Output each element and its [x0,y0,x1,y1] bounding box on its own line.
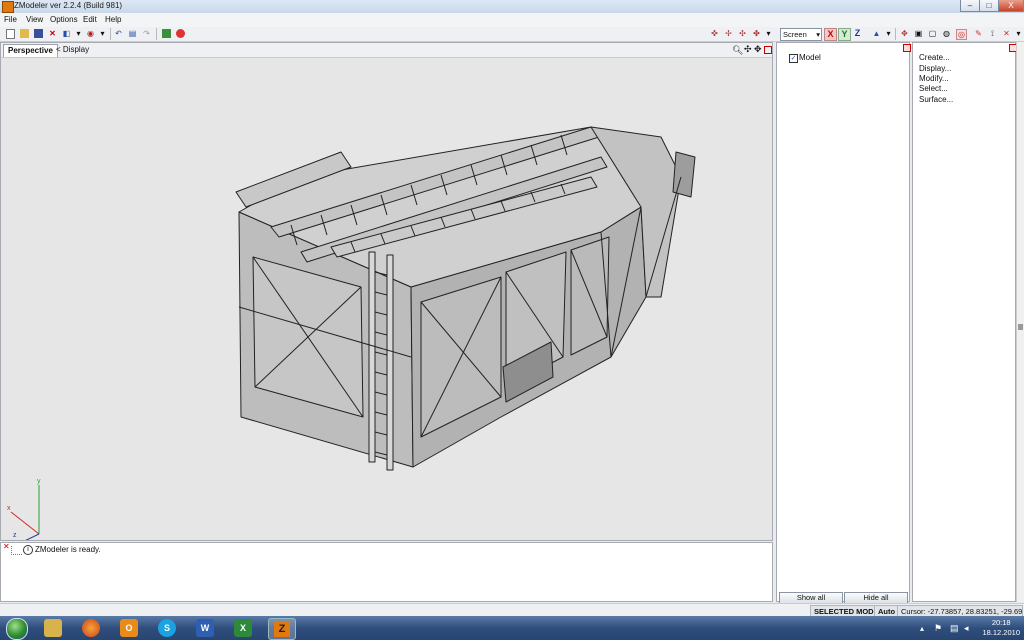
taskbar-skype-icon[interactable]: S [158,619,176,637]
open-folder-icon[interactable] [20,29,29,38]
orbit-icon[interactable]: ✣ [744,44,752,55]
menu-bar: File View Options Edit Help [0,13,1024,28]
save-icon[interactable] [34,29,43,38]
taskbar-explorer-icon[interactable] [44,619,62,637]
tray-flag-icon[interactable]: ⚑ [934,623,942,634]
3d-viewport[interactable]: Perspective < Display 🔍︎ ✣ ✥ y x z [0,42,773,541]
menu-view[interactable]: View [26,15,43,24]
command-select[interactable]: Select... [919,84,948,93]
display-toggle[interactable]: < Display [56,45,89,54]
link-icon[interactable]: ⟟ [988,29,997,38]
export-icon[interactable]: ◉ [86,29,95,38]
select-vertex-icon[interactable]: ✜ [710,29,719,38]
pan-icon[interactable]: ✥ [754,44,762,55]
info-icon: i [23,545,33,555]
coordinate-mode-value: Screen [783,30,807,39]
command-modify[interactable]: Modify... [919,74,949,83]
console-panel: ✕ i ZModeler is ready. [0,542,773,602]
command-create[interactable]: Create... [919,53,950,62]
tray-volume-icon[interactable]: ◂ [964,623,969,634]
commands-panel: Create... Display... Modify... Select...… [912,42,1017,602]
box-icon[interactable]: ▢ [928,29,937,38]
minimize-button[interactable]: – [960,0,980,12]
close-button[interactable]: X [998,0,1024,12]
menu-file[interactable]: File [4,15,17,24]
viewport-header: Perspective < Display 🔍︎ ✣ ✥ [1,43,772,58]
move-icon[interactable]: ✥ [900,29,909,38]
taskbar-excel-icon[interactable]: X [234,619,252,637]
axis-y-toggle[interactable]: Y [838,28,851,41]
tray-date: 18.12.2010 [982,628,1020,637]
axis-x-toggle[interactable]: X [824,28,837,41]
axis-z-toggle[interactable]: Z [852,28,863,39]
axis-z-label: z [13,532,17,539]
taskbar-outlook-icon[interactable]: O [120,619,138,637]
taskbar-firefox-icon[interactable] [82,619,100,637]
tray-show-hidden-icon[interactable]: ▴ [920,624,924,633]
export-dropdown-icon[interactable]: ▾ [98,29,107,38]
zoom-icon[interactable]: 🔍︎ [732,45,743,56]
tools-dropdown-icon[interactable]: ▾ [1014,29,1023,38]
maximize-viewport-icon[interactable] [764,46,772,54]
new-file-icon[interactable] [6,29,15,39]
axis-x-label: x [7,505,11,512]
tab-perspective[interactable]: Perspective [3,44,58,57]
model-checkbox[interactable]: ✓ [789,54,798,63]
tray-clock[interactable]: 20:18 18.12.2010 [982,618,1020,638]
scene-tree-panel: ✓ Model Show all Hide all [776,42,911,604]
command-display[interactable]: Display... [919,64,951,73]
select-dropdown-icon[interactable]: ▾ [764,29,773,38]
windows-taskbar: O S W X Z ▴ ⚑ ▤ ◂ 20:18 18.12.2010 [0,616,1024,640]
maximize-button[interactable]: □ [979,0,999,12]
scale-icon[interactable]: ✕ [1002,29,1011,38]
tray-time: 20:18 [991,618,1011,627]
delete-icon[interactable]: ✕ [48,29,57,38]
properties-icon[interactable]: ▤ [128,29,137,38]
select-object-icon[interactable]: ✤ [752,29,761,38]
import-dropdown-icon[interactable]: ▾ [74,29,83,38]
window-title: ZModeler ver 2.2.4 (Build 981) [14,1,123,10]
close-console-icon[interactable]: ✕ [3,543,10,551]
close-scene-panel-icon[interactable] [903,44,911,52]
commands-scrollbar[interactable] [1016,42,1024,602]
axis-lock-icon[interactable]: ▲ [872,29,881,38]
main-toolbar: ✕ ◧ ▾ ◉ ▾ ↶ ▤ ↷ ✜ ✢ ✣ ✤ ▾ Screen ▾ X Y Z… [0,27,1024,42]
sphere-icon[interactable]: ◎ [956,29,967,40]
menu-edit[interactable]: Edit [83,15,97,24]
taskbar-word-icon[interactable]: W [196,619,214,637]
undo-icon[interactable]: ↶ [114,29,123,38]
tree-item-model[interactable]: Model [799,53,821,62]
render-icon[interactable] [162,29,171,38]
paint-icon[interactable]: ✎ [974,29,983,38]
scrollbar-thumb[interactable] [1018,324,1023,330]
menu-help[interactable]: Help [105,15,121,24]
menu-options[interactable]: Options [50,15,78,24]
redo-icon[interactable]: ↷ [142,29,151,38]
tray-network-icon[interactable]: ▤ [950,623,959,634]
import-icon[interactable]: ◧ [62,29,71,38]
start-button[interactable] [6,618,28,640]
select-face-icon[interactable]: ✣ [738,29,747,38]
axis-lock-dropdown-icon[interactable]: ▾ [884,29,893,38]
model-wireframe: y x z [7,126,696,540]
cube-icon[interactable]: ▣ [914,29,923,38]
tree-line [11,546,22,555]
select-edge-icon[interactable]: ✢ [724,29,733,38]
zmodeler-app-icon[interactable] [2,1,14,13]
chevron-down-icon: ▾ [816,30,820,39]
taskbar-zmodeler-icon[interactable]: Z [268,618,296,640]
console-message: ZModeler is ready. [35,545,101,554]
command-surface[interactable]: Surface... [919,95,953,104]
cylinder-icon[interactable]: ◍ [942,29,951,38]
stop-icon[interactable] [176,29,185,38]
status-bar: SELECTED MODE Auto Cursor: -27.73857, 28… [0,603,1024,618]
axis-y-label: y [37,478,41,485]
title-bar: ZModeler ver 2.2.4 (Build 981) – □ X [0,0,1024,14]
coordinate-mode-select[interactable]: Screen ▾ [780,28,822,41]
